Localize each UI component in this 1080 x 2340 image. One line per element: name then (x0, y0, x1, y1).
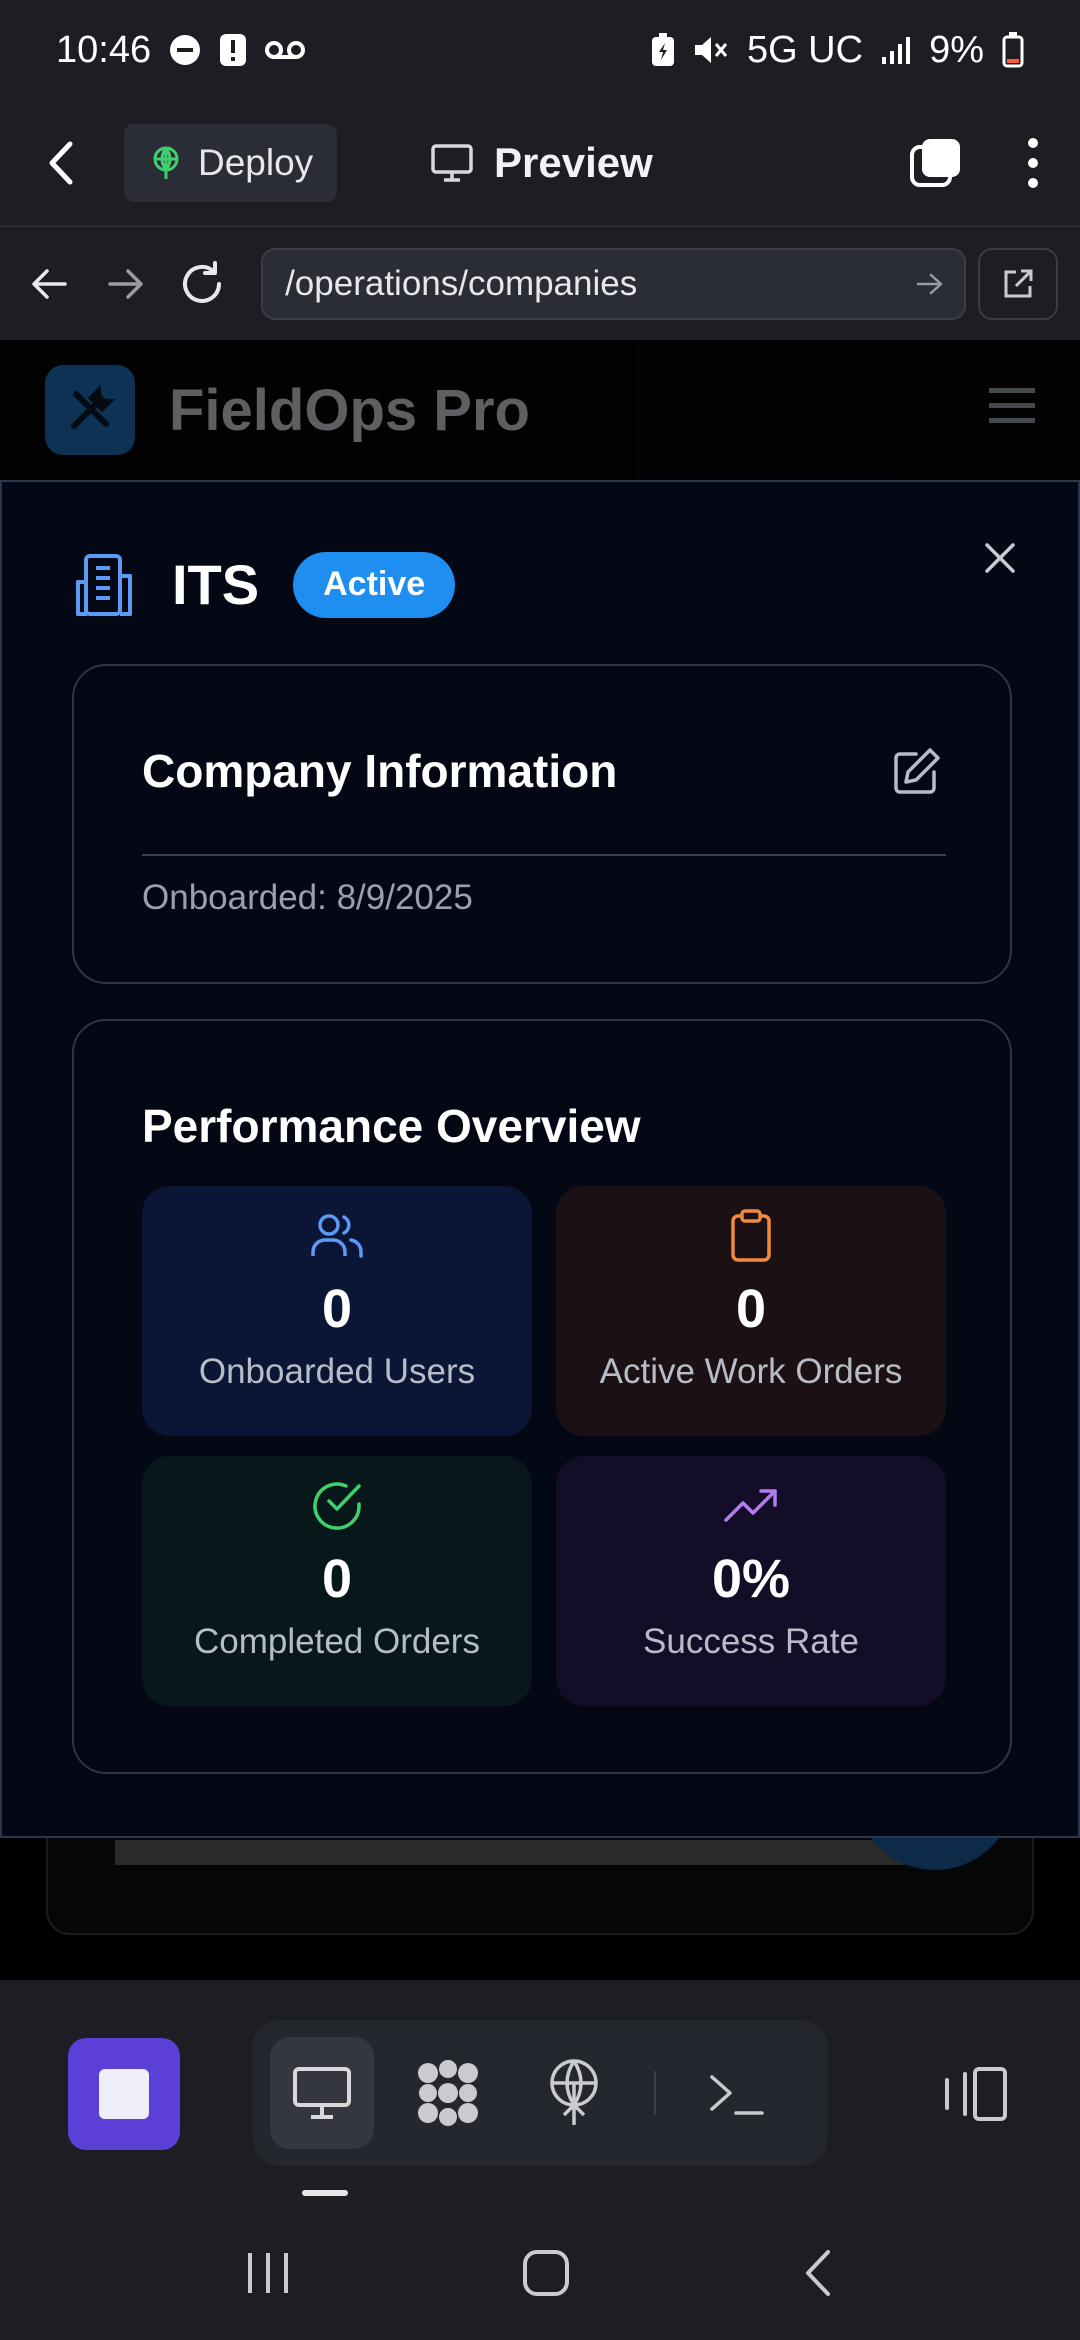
tabs-icon (910, 138, 960, 187)
company-info-title: Company Information (142, 745, 618, 797)
site-header: FieldOps Pro (0, 340, 1080, 480)
performance-title: Performance Overview (142, 1100, 641, 1152)
url-text: /operations/companies (285, 263, 638, 303)
stat-value: 0 (321, 1549, 353, 1609)
stat-label: Completed Orders (194, 1622, 480, 1661)
status-badge: Active (293, 551, 456, 618)
tool-agent[interactable] (396, 2037, 500, 2149)
company-info-card: Company Information Onboarded: 8/9/2025 (72, 664, 1012, 984)
arrow-left-icon (32, 268, 67, 299)
android-nav-bar (0, 2205, 1080, 2340)
voicemail-icon (265, 39, 306, 61)
tool-group (252, 2020, 828, 2166)
alert-icon (219, 33, 247, 67)
reload-button[interactable] (175, 256, 229, 312)
hamburger-icon (989, 388, 1035, 423)
network-label: 5G UC (746, 28, 864, 71)
signal-icon (881, 35, 911, 65)
stat-value: 0% (711, 1549, 791, 1609)
preview-tab[interactable]: Preview (430, 100, 653, 225)
status-time: 10:46 (56, 28, 152, 71)
stat-label: Success Rate (643, 1622, 859, 1661)
active-tab-indicator (302, 2190, 348, 2196)
home-button[interactable] (522, 2249, 570, 2297)
browser-forward-button[interactable] (98, 256, 152, 312)
users-icon (311, 1214, 363, 1258)
edit-icon (894, 748, 940, 794)
workspace-toolbar (0, 1980, 1080, 2205)
tool-shell[interactable] (684, 2037, 788, 2149)
recents-icon (248, 2252, 288, 2293)
stat-tile-success-rate: 0% Success Rate (556, 1456, 946, 1706)
battery-low-icon (1002, 32, 1024, 68)
do-not-disturb-icon (169, 34, 201, 66)
tabs-button[interactable] (908, 135, 964, 191)
arrow-right-icon (107, 268, 143, 299)
company-name: ITS (172, 553, 260, 616)
stat-value: 0 (735, 1279, 767, 1339)
tools-icon (71, 384, 116, 429)
edit-button[interactable] (892, 746, 942, 796)
mute-icon (693, 33, 729, 67)
stat-tile-active-work-orders: 0 Active Work Orders (556, 1186, 946, 1436)
monitor-icon (293, 2067, 352, 2119)
stat-tile-completed-orders: 0 Completed Orders (142, 1456, 532, 1706)
back-button[interactable] (40, 138, 80, 188)
clipboard-icon (731, 1209, 771, 1262)
performance-card: Performance Overview 0 Onboarded Users 0… (72, 1019, 1012, 1774)
url-input[interactable]: /operations/companies (261, 247, 967, 320)
status-bar: 10:46 5G UC 9% (0, 0, 1080, 100)
close-button[interactable] (970, 528, 1030, 588)
home-icon (523, 2249, 569, 2296)
external-link-icon (1004, 269, 1033, 297)
tool-deploy[interactable] (522, 2037, 626, 2149)
modal-header: ITS Active (72, 542, 456, 627)
monitor-icon (431, 143, 473, 182)
kebab-menu-icon (1028, 137, 1038, 188)
divider (142, 854, 946, 856)
toolbar-divider (654, 2071, 656, 2115)
panels-button[interactable] (920, 2038, 1032, 2150)
background-bar (115, 1840, 905, 1865)
tool-preview[interactable] (270, 2037, 375, 2149)
battery-saver-icon (651, 33, 675, 67)
onboarded-date: Onboarded: 8/9/2025 (142, 878, 473, 917)
battery-percent: 9% (929, 28, 984, 71)
reload-icon (182, 260, 221, 303)
deploy-button[interactable]: Deploy (124, 123, 338, 202)
trending-up-icon (724, 1489, 777, 1522)
stop-icon (99, 2069, 149, 2119)
panels-icon (945, 2067, 1007, 2121)
browser-toolbar: /operations/companies (0, 225, 1080, 340)
go-arrow-icon[interactable] (916, 272, 944, 296)
preview-label: Preview (494, 138, 653, 186)
building-icon (76, 553, 132, 616)
agent-icon (418, 2060, 479, 2126)
site-logo (45, 365, 135, 455)
open-external-button[interactable] (978, 247, 1058, 320)
close-icon (985, 543, 1015, 573)
company-modal: ITS Active Company Information Onboarded… (0, 480, 1080, 1838)
stat-value: 0 (321, 1279, 353, 1339)
stop-button[interactable] (68, 2038, 180, 2150)
app-header: Deploy Preview (0, 100, 1080, 225)
stat-label: Active Work Orders (599, 1352, 903, 1391)
terminal-icon (710, 2075, 764, 2115)
deploy-icon (153, 146, 179, 179)
more-options-button[interactable] (1026, 135, 1040, 191)
stat-tile-onboarded-users: 0 Onboarded Users (142, 1186, 532, 1436)
browser-back-button[interactable] (22, 256, 76, 312)
back-icon (806, 2249, 830, 2296)
deploy-label: Deploy (198, 141, 314, 183)
system-back-button[interactable] (802, 2248, 834, 2298)
site-menu-button[interactable] (989, 386, 1035, 431)
site-name: FieldOps Pro (169, 377, 530, 443)
chevron-left-icon (49, 141, 73, 184)
stat-label: Onboarded Users (198, 1352, 476, 1391)
check-circle-icon (313, 1482, 361, 1530)
recent-apps-button[interactable] (246, 2251, 290, 2295)
deploy-icon (550, 2059, 598, 2125)
